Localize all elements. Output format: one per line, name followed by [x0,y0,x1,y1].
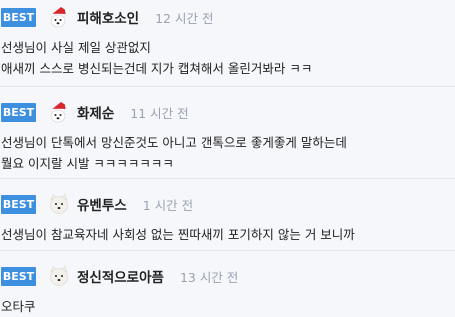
best-badge: BEST [1,7,36,27]
comment-body: 선생님이 참교육자네 사회성 없는 찐따새끼 포기하지 않는 거 보니까 [0,224,455,245]
author-name[interactable]: 유벤투스 [77,194,127,214]
comment-line: 선생님이 사실 제일 상관없지 [1,40,151,55]
comment-body: 오타쿠 [0,296,455,317]
comment-line: 선생님이 단톡에서 망신준것도 아니고 갠톡으로 좋게좋게 말하는데 [1,135,347,150]
author-name[interactable]: 정신적으로아픔 [77,266,164,286]
santa-dog-icon[interactable] [47,100,71,124]
comment-body: 선생님이 단톡에서 망신준것도 아니고 갠톡으로 좋게좋게 말하는데 뭘요 이지… [0,132,455,174]
best-badge: BEST [1,102,36,122]
comment-item: BEST 화제순 11 시간 전 선생님이 단톡에서 망신준것도 아니고 갠톡으… [0,87,455,179]
comment-header: BEST 피해호소인 12 시간 전 [0,5,455,29]
comment-time: 12 시간 전 [155,10,214,26]
best-badge: BEST [1,266,36,286]
best-badge: BEST [1,194,36,214]
comment-item: BEST 피해호소인 12 시간 전 선생님이 사실 제일 상관없지 애새끼 스… [0,0,455,87]
comment-header: BEST 화제순 11 시간 전 [0,100,455,124]
comment-line: 선생님이 참교육자네 사회성 없는 찐따새끼 포기하지 않는 거 보니까 [1,227,355,242]
comment-time: 11 시간 전 [130,105,189,121]
comment-line: 뭘요 이지랄 시발 ㅋㅋㅋㅋㅋㅋㅋ [1,156,174,171]
white-dog-icon[interactable] [47,264,71,288]
author-name[interactable]: 화제순 [77,102,114,122]
comment-body: 선생님이 사실 제일 상관없지 애새끼 스스로 병신되는건데 지가 캡쳐해서 올… [0,37,455,79]
comment-list: BEST 피해호소인 12 시간 전 선생님이 사실 제일 상관없지 애새끼 스… [0,0,455,317]
white-dog-icon[interactable] [47,192,71,216]
comment-item: BEST 정신적으로아픔 13 시간 전 오타쿠 [0,251,455,317]
santa-dog-icon[interactable] [47,5,71,29]
comment-line: 오타쿠 [1,299,36,314]
comment-time: 1 시간 전 [142,197,194,213]
comment-item: BEST 유벤투스 1 시간 전 선생님이 참교육자네 사회성 없는 찐따새끼 … [0,179,455,251]
comment-header: BEST 정신적으로아픔 13 시간 전 [0,264,455,288]
comment-line: 애새끼 스스로 병신되는건데 지가 캡쳐해서 올린거봐라 ㅋㅋ [1,61,313,76]
comment-time: 13 시간 전 [179,269,239,285]
comment-header: BEST 유벤투스 1 시간 전 [0,192,455,216]
author-name[interactable]: 피해호소인 [77,7,139,27]
